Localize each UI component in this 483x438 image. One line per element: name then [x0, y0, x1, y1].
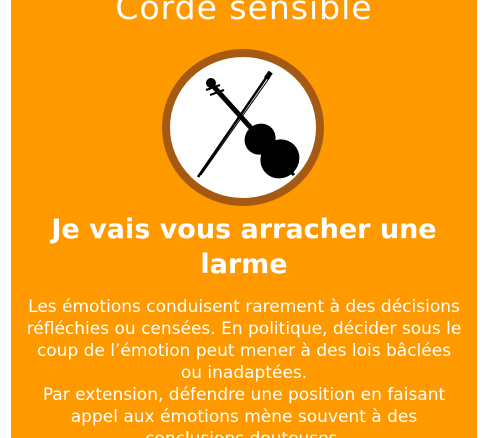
fallacy-card: Corde sensible Je vais vous arracher une…: [11, 0, 477, 438]
description-paragraph: Par extension, défendre une position en …: [42, 385, 446, 438]
card-subtitle: Je vais vous arracher une larme: [51, 214, 437, 280]
violin-crossed-icon: [196, 70, 300, 179]
card-title: Corde sensible: [115, 0, 373, 27]
card-description: Les émotions conduisent rarement à des d…: [25, 296, 463, 438]
description-paragraph: Les émotions conduisent rarement à des d…: [26, 297, 462, 383]
emblem-circle: [162, 49, 324, 206]
